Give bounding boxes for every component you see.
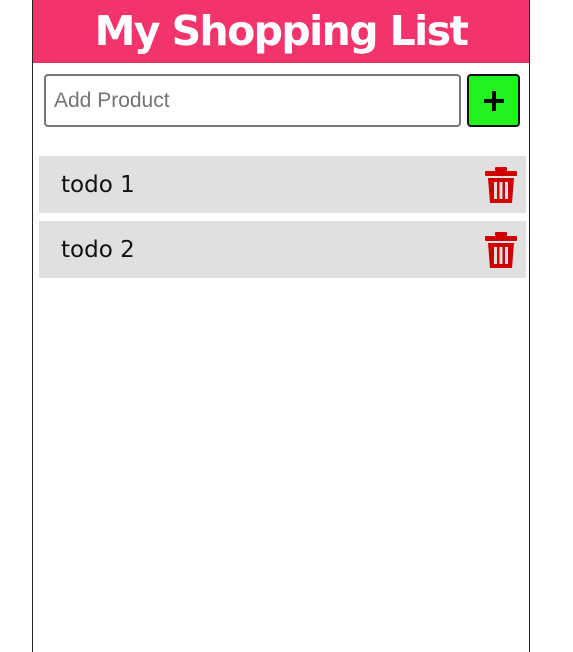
- add-product-form: [44, 74, 520, 128]
- delete-item-button[interactable]: [484, 231, 518, 269]
- page-title: My Shopping List: [94, 7, 469, 55]
- trash-icon: [485, 167, 517, 203]
- list-item: todo 2: [39, 221, 526, 278]
- shopping-list: todo 1 todo 2: [39, 156, 526, 286]
- app-container: My Shopping List todo 1: [32, 0, 530, 652]
- plus-icon: [483, 90, 504, 111]
- add-product-input[interactable]: [44, 74, 461, 127]
- add-product-button[interactable]: [467, 74, 520, 127]
- item-label: todo 1: [61, 171, 135, 198]
- list-item: todo 1: [39, 156, 526, 213]
- trash-icon: [485, 232, 517, 268]
- delete-item-button[interactable]: [484, 166, 518, 204]
- app-header: My Shopping List: [33, 0, 529, 63]
- item-label: todo 2: [61, 236, 135, 263]
